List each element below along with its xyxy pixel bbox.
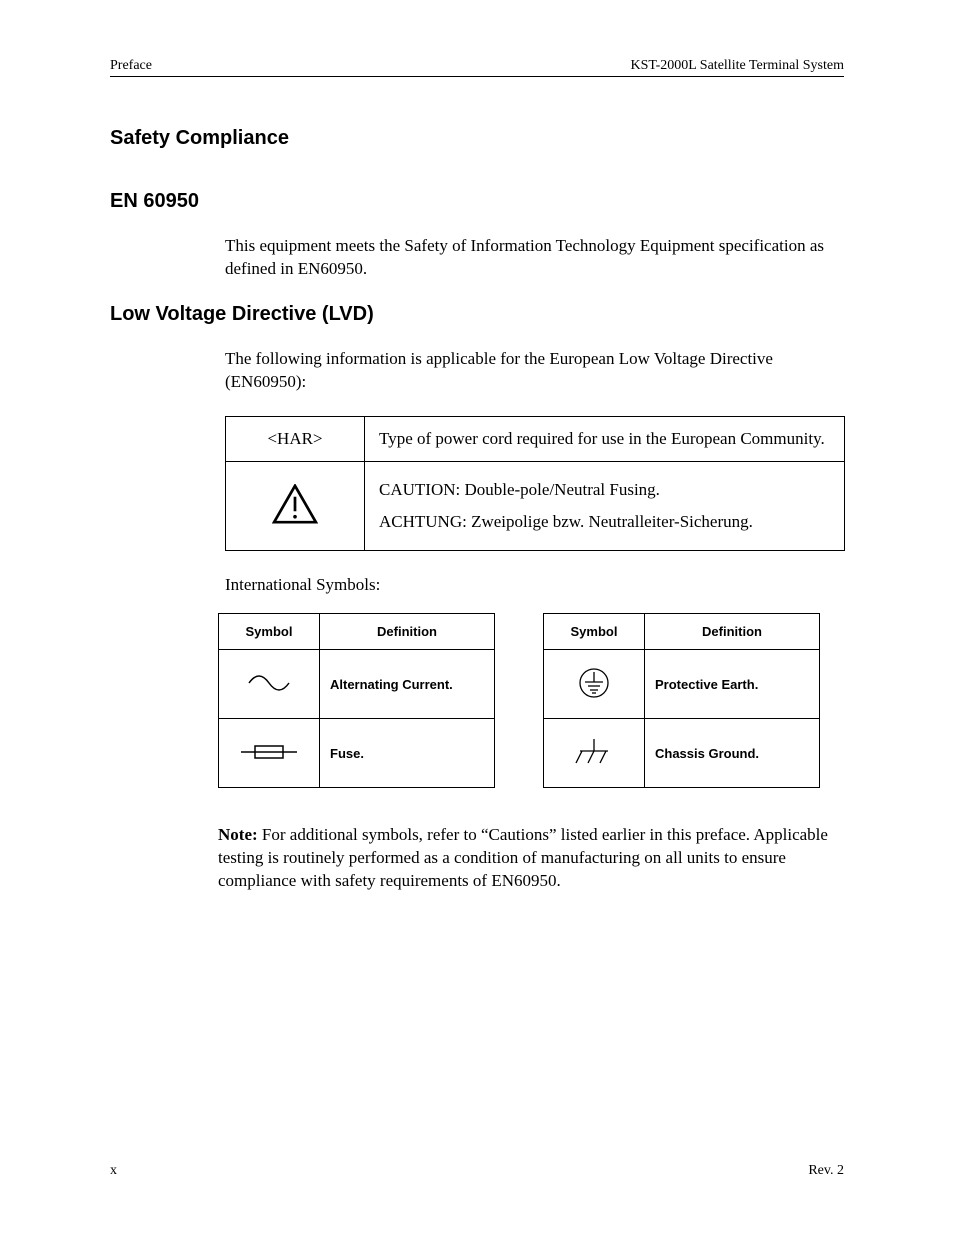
- chassis-ground-icon: [574, 737, 614, 767]
- table-row: Symbol Definition: [219, 614, 495, 650]
- body-en60950: This equipment meets the Safety of Infor…: [110, 235, 844, 281]
- header-rule: [110, 76, 844, 77]
- running-header: Preface KST-2000L Satellite Terminal Sys…: [110, 58, 844, 74]
- table-row: <HAR> Type of power cord required for us…: [226, 416, 845, 461]
- table-row: Symbol Definition: [544, 614, 820, 650]
- symbols-table-right: Symbol Definition Protective Earth.: [543, 613, 820, 788]
- ac-symbol-cell: [219, 650, 320, 719]
- page: Preface KST-2000L Satellite Terminal Sys…: [0, 0, 954, 1235]
- protective-earth-cell: [544, 650, 645, 719]
- fuse-def: Fuse.: [320, 719, 495, 788]
- body-lvd: The following information is applicable …: [110, 348, 844, 394]
- chassis-ground-cell: [544, 719, 645, 788]
- header-right: KST-2000L Satellite Terminal System: [630, 58, 844, 74]
- header-left: Preface: [110, 58, 152, 74]
- symbols-tables-row: Symbol Definition Alternating Current.: [110, 613, 844, 788]
- symbols-table-left: Symbol Definition Alternating Current.: [218, 613, 495, 788]
- fuse-symbol-cell: [219, 719, 320, 788]
- caution-text: CAUTION: Double-pole/Neutral Fusing. ACH…: [365, 461, 845, 551]
- col-header-definition: Definition: [320, 614, 495, 650]
- caution-en: CAUTION: Double-pole/Neutral Fusing.: [379, 480, 660, 499]
- ac-def: Alternating Current.: [320, 650, 495, 719]
- protective-earth-icon: [577, 666, 611, 700]
- heading-en60950: EN 60950: [110, 190, 844, 213]
- col-header-definition: Definition: [645, 614, 820, 650]
- fuse-icon: [239, 743, 299, 761]
- har-text: Type of power cord required for use in t…: [365, 416, 845, 461]
- protective-earth-def: Protective Earth.: [645, 650, 820, 719]
- table-row: Protective Earth.: [544, 650, 820, 719]
- page-number: x: [110, 1163, 117, 1179]
- heading-safety-compliance: Safety Compliance: [110, 127, 844, 150]
- lvd-table: <HAR> Type of power cord required for us…: [225, 416, 845, 552]
- caution-de: ACHTUNG: Zweipolige bzw. Neutralleiter-S…: [379, 512, 753, 531]
- revision: Rev. 2: [808, 1163, 844, 1179]
- chassis-ground-def: Chassis Ground.: [645, 719, 820, 788]
- note-paragraph: Note: For additional symbols, refer to “…: [110, 824, 844, 893]
- caution-symbol-cell: [226, 461, 365, 551]
- har-symbol: <HAR>: [226, 416, 365, 461]
- note-label: Note:: [218, 825, 258, 844]
- heading-lvd: Low Voltage Directive (LVD): [110, 303, 844, 326]
- note-body: For additional symbols, refer to “Cautio…: [218, 825, 828, 890]
- intl-symbols-heading: International Symbols:: [110, 575, 844, 595]
- table-row: CAUTION: Double-pole/Neutral Fusing. ACH…: [226, 461, 845, 551]
- col-header-symbol: Symbol: [219, 614, 320, 650]
- col-header-symbol: Symbol: [544, 614, 645, 650]
- table-row: Fuse.: [219, 719, 495, 788]
- table-row: Alternating Current.: [219, 650, 495, 719]
- caution-triangle-icon: [272, 484, 318, 524]
- table-row: Chassis Ground.: [544, 719, 820, 788]
- ac-icon: [247, 673, 291, 693]
- running-footer: x Rev. 2: [110, 1163, 844, 1179]
